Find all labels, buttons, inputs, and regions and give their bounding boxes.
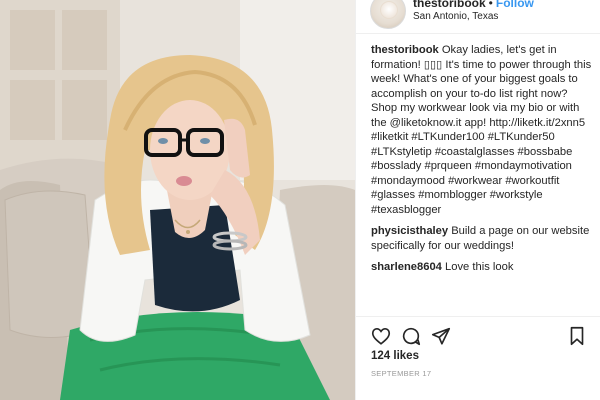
comment-username[interactable]: sharlene8604 <box>371 261 442 273</box>
share-icon[interactable] <box>430 325 452 347</box>
like-count[interactable]: 124 likes <box>371 350 419 362</box>
bookmark-icon[interactable] <box>566 325 588 347</box>
post-photo-illustration <box>0 0 355 400</box>
comment-username[interactable]: thestoribook <box>371 44 439 56</box>
post-location[interactable]: San Antonio, Texas <box>413 11 498 22</box>
comments-list[interactable]: thestoribook Okay ladies, let's get in f… <box>371 43 593 305</box>
comment-item: physicisthaley Build a page on our websi… <box>371 224 593 253</box>
caption-comment: thestoribook Okay ladies, let's get in f… <box>371 43 593 217</box>
post-actions: 124 likes SEPTEMBER 17 <box>356 316 600 400</box>
header-separator: • <box>488 0 493 10</box>
follow-button[interactable]: Follow <box>496 0 534 10</box>
post-header-user-line: thestoribook • Follow <box>413 0 534 10</box>
comment-item: sharlene8604 Love this look <box>371 260 593 275</box>
bookmark-icon-graphic <box>570 326 584 346</box>
comment-username[interactable]: physicisthaley <box>371 225 448 237</box>
post-photo[interactable] <box>0 0 355 400</box>
post-header: thestoribook • Follow San Antonio, Texas <box>356 0 600 34</box>
heart-icon-graphic <box>371 328 391 345</box>
post-date[interactable]: SEPTEMBER 17 <box>371 369 431 378</box>
post-author-username[interactable]: thestoribook <box>413 0 486 10</box>
avatar-image <box>380 1 398 19</box>
share-icon-graphic <box>431 327 451 345</box>
comment-text: Okay ladies, let's get in formation! ▯▯▯… <box>371 44 592 216</box>
avatar[interactable] <box>370 0 406 29</box>
post-details-panel: thestoribook • Follow San Antonio, Texas t… <box>355 0 600 400</box>
comment-icon[interactable] <box>400 325 422 347</box>
heart-icon[interactable] <box>370 325 392 347</box>
comment-text: Love this look <box>445 261 514 273</box>
comment-icon-graphic <box>402 327 421 346</box>
